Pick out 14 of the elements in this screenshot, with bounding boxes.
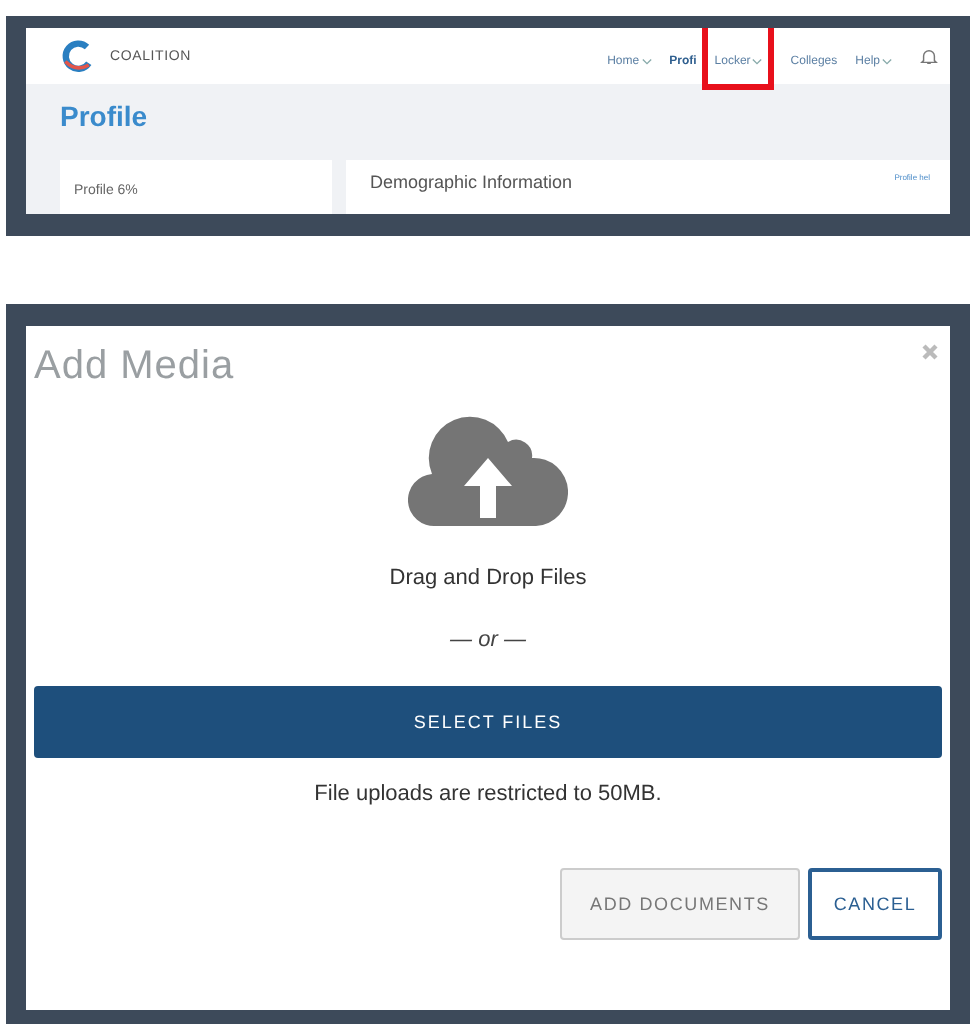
select-files-button[interactable]: SELECT FILES (34, 686, 942, 758)
bell-icon[interactable] (920, 47, 938, 65)
cancel-button[interactable]: CANCEL (808, 868, 942, 940)
section-heading: Demographic Information (370, 172, 573, 192)
chevron-down-icon (641, 58, 652, 66)
logo-icon (60, 38, 96, 74)
separator-text: — or — (450, 628, 526, 652)
cloud-upload-icon (408, 414, 568, 530)
chevron-down-icon (882, 58, 892, 66)
chevron-down-icon (752, 58, 763, 66)
upload-note: File uploads are restricted to 50MB. (312, 782, 664, 806)
page-title: Profile (60, 100, 150, 132)
dialog-title: Add Media (34, 344, 235, 390)
drop-label: Drag and Drop Files (389, 566, 587, 590)
